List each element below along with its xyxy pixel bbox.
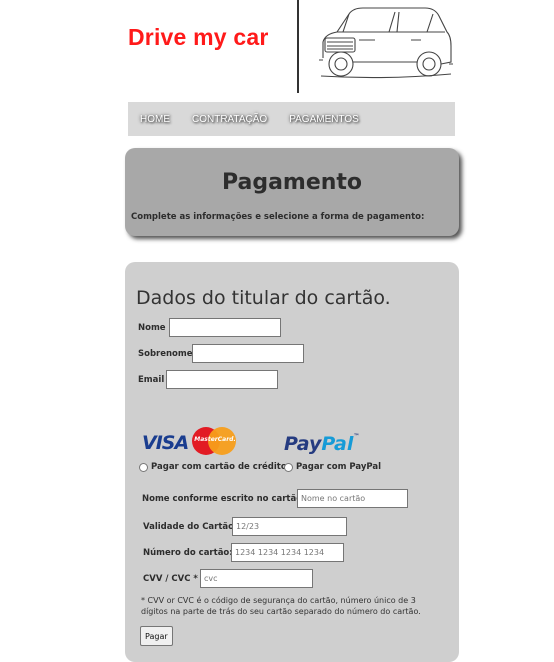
visa-logo: VISA xyxy=(142,432,189,454)
cvv-help-text: * CVV or CVC é o código de segurança do … xyxy=(141,596,421,616)
card-number-label: Número do cartão: xyxy=(143,548,233,558)
nav-home[interactable]: HOME xyxy=(140,114,170,125)
page-title: Pagamento xyxy=(221,170,363,195)
card-name-input[interactable] xyxy=(297,489,408,508)
credit-card-option[interactable]: Pagar com cartão de crédito xyxy=(139,462,287,472)
nav-pagamentos[interactable]: PAGAMENTOS xyxy=(289,114,359,125)
payment-header: Pagamento Complete as informações e sele… xyxy=(125,148,459,236)
last-name-label: Sobrenome xyxy=(138,349,193,359)
card-number-input[interactable] xyxy=(231,543,344,562)
car-sketch-icon xyxy=(319,7,453,79)
first-name-label: Nome xyxy=(138,323,166,333)
brand-title: Drive my car xyxy=(128,24,269,50)
cvv-input[interactable] xyxy=(200,569,313,588)
cvv-label: CVV / CVC * xyxy=(143,574,198,584)
nav-contratacao[interactable]: CONTRATAÇÃO xyxy=(192,114,267,125)
credit-card-radio[interactable] xyxy=(139,462,148,472)
mastercard-logo: MasterCard. xyxy=(192,426,238,456)
email-label: Email xyxy=(138,375,165,385)
form-title: Dados do titular do cartão. xyxy=(136,287,391,309)
paypal-logo: PayPal™ xyxy=(284,433,360,455)
paypal-option[interactable]: Pagar com PayPal xyxy=(284,462,381,472)
paypal-option-label: Pagar com PayPal xyxy=(296,462,382,472)
email-input[interactable] xyxy=(166,370,278,389)
page-subtitle: Complete as informações e selecione a fo… xyxy=(131,212,425,222)
cardholder-form: Dados do titular do cartão. Nome Sobreno… xyxy=(125,262,459,662)
card-name-label: Nome conforme escrito no cartão: xyxy=(142,494,306,504)
brand-divider xyxy=(297,0,299,93)
card-expiry-input[interactable] xyxy=(232,517,347,536)
card-expiry-label: Validade do Cartão: xyxy=(143,522,238,532)
pay-button[interactable]: Pagar xyxy=(140,626,173,646)
last-name-input[interactable] xyxy=(192,344,304,363)
paypal-radio[interactable] xyxy=(284,462,293,472)
first-name-input[interactable] xyxy=(169,318,281,337)
credit-card-option-label: Pagar com cartão de crédito xyxy=(151,462,287,472)
main-navbar: HOME CONTRATAÇÃO PAGAMENTOS xyxy=(128,102,455,136)
